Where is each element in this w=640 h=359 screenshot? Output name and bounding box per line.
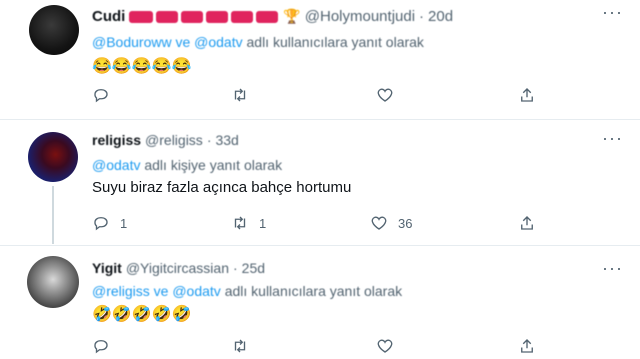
share-button[interactable] [518, 214, 536, 232]
reply-count: 1 [120, 215, 128, 231]
tweet-actions [0, 337, 640, 359]
user-handle[interactable]: @Yigitcircassian [126, 260, 229, 276]
tweet-header: religiss @religiss · 33d [92, 132, 239, 148]
timestamp[interactable]: 25d [242, 260, 265, 276]
like-button[interactable] [376, 337, 404, 355]
reply-button[interactable] [92, 337, 120, 355]
timestamp[interactable]: 20d [428, 8, 453, 25]
retweet-icon [234, 339, 246, 353]
tweet-header: Cudi 🏆 @Holymountjudi · 20d [92, 8, 453, 25]
reply-mentions[interactable]: @odatv [92, 157, 140, 173]
reply-button[interactable] [92, 86, 120, 104]
separator-dot: · [419, 8, 425, 25]
timestamp[interactable]: 33d [215, 132, 238, 148]
tweet-header: Yigit @Yigitcircassian · 25d [92, 260, 265, 276]
reply-context: @odatv adlı kişiye yanıt olarak [92, 157, 282, 173]
display-name[interactable]: religiss [92, 132, 141, 148]
display-name[interactable]: Yigit [92, 260, 122, 276]
tweet-3[interactable]: Yigit @Yigitcircassian · 25d ··· @religi… [0, 246, 640, 359]
avatar[interactable] [28, 132, 78, 182]
separator-dot: · [206, 132, 212, 148]
share-button[interactable] [518, 86, 536, 104]
tweet-2[interactable]: religiss @religiss · 33d ··· @odatv adlı… [0, 120, 640, 244]
share-icon [521, 339, 533, 353]
retweet-button[interactable]: 1 [231, 214, 266, 232]
more-icon[interactable]: ··· [602, 2, 623, 23]
tweet-actions [0, 86, 640, 108]
like-icon [377, 88, 393, 102]
tweet-actions: 1 1 36 [0, 214, 640, 236]
share-icon [521, 88, 533, 102]
reply-context-label: adlı kullanıcılara yanıt olarak [246, 34, 424, 50]
separator-dot: · [232, 260, 238, 276]
avatar[interactable] [27, 256, 79, 308]
user-handle[interactable]: @religiss [145, 132, 203, 148]
reply-icon [94, 89, 108, 103]
tweet-text: 😂😂😂😂😂 [92, 58, 192, 75]
retweet-button[interactable] [231, 337, 259, 355]
retweet-icon [234, 88, 246, 102]
reply-context-label: adlı kullanıcılara yanıt olarak [224, 283, 403, 299]
more-icon[interactable]: ··· [602, 258, 623, 279]
avatar[interactable] [29, 5, 79, 55]
reply-context: @Boduroww ve @odatv adlı kullanıcılara y… [92, 34, 424, 50]
display-name[interactable]: Cudi [92, 8, 125, 25]
trophy-icon: 🏆 [283, 8, 301, 24]
reply-context-label: adlı kişiye yanıt olarak [144, 157, 283, 173]
reply-context: @religiss ve @odatv adlı kullanıcılara y… [92, 283, 402, 299]
retweet-count: 1 [259, 215, 267, 231]
redacted-name [129, 10, 281, 23]
retweet-button[interactable] [231, 86, 259, 104]
reply-button[interactable]: 1 [92, 214, 127, 232]
share-icon [521, 216, 533, 230]
like-button[interactable] [376, 86, 404, 104]
reply-mentions[interactable]: @Boduroww ve @odatv [92, 34, 243, 50]
more-icon[interactable]: ··· [602, 128, 623, 149]
reply-icon [94, 340, 108, 354]
like-count: 36 [398, 215, 413, 231]
tweet-1[interactable]: Cudi 🏆 @Holymountjudi · 20d ··· @Bodurow… [0, 0, 640, 118]
tweet-text: Suyu biraz fazla açınca bahçe hortumu [92, 179, 352, 196]
tweet-text: 🤣🤣🤣🤣🤣 [92, 306, 192, 323]
share-button[interactable] [518, 337, 536, 355]
user-handle[interactable]: @Holymountjudi [305, 8, 415, 25]
reply-mentions[interactable]: @religiss ve @odatv [92, 283, 221, 299]
retweet-icon [234, 216, 246, 230]
reply-icon [94, 217, 108, 231]
like-button[interactable]: 36 [370, 214, 412, 232]
like-icon [371, 216, 387, 230]
like-icon [377, 339, 393, 353]
